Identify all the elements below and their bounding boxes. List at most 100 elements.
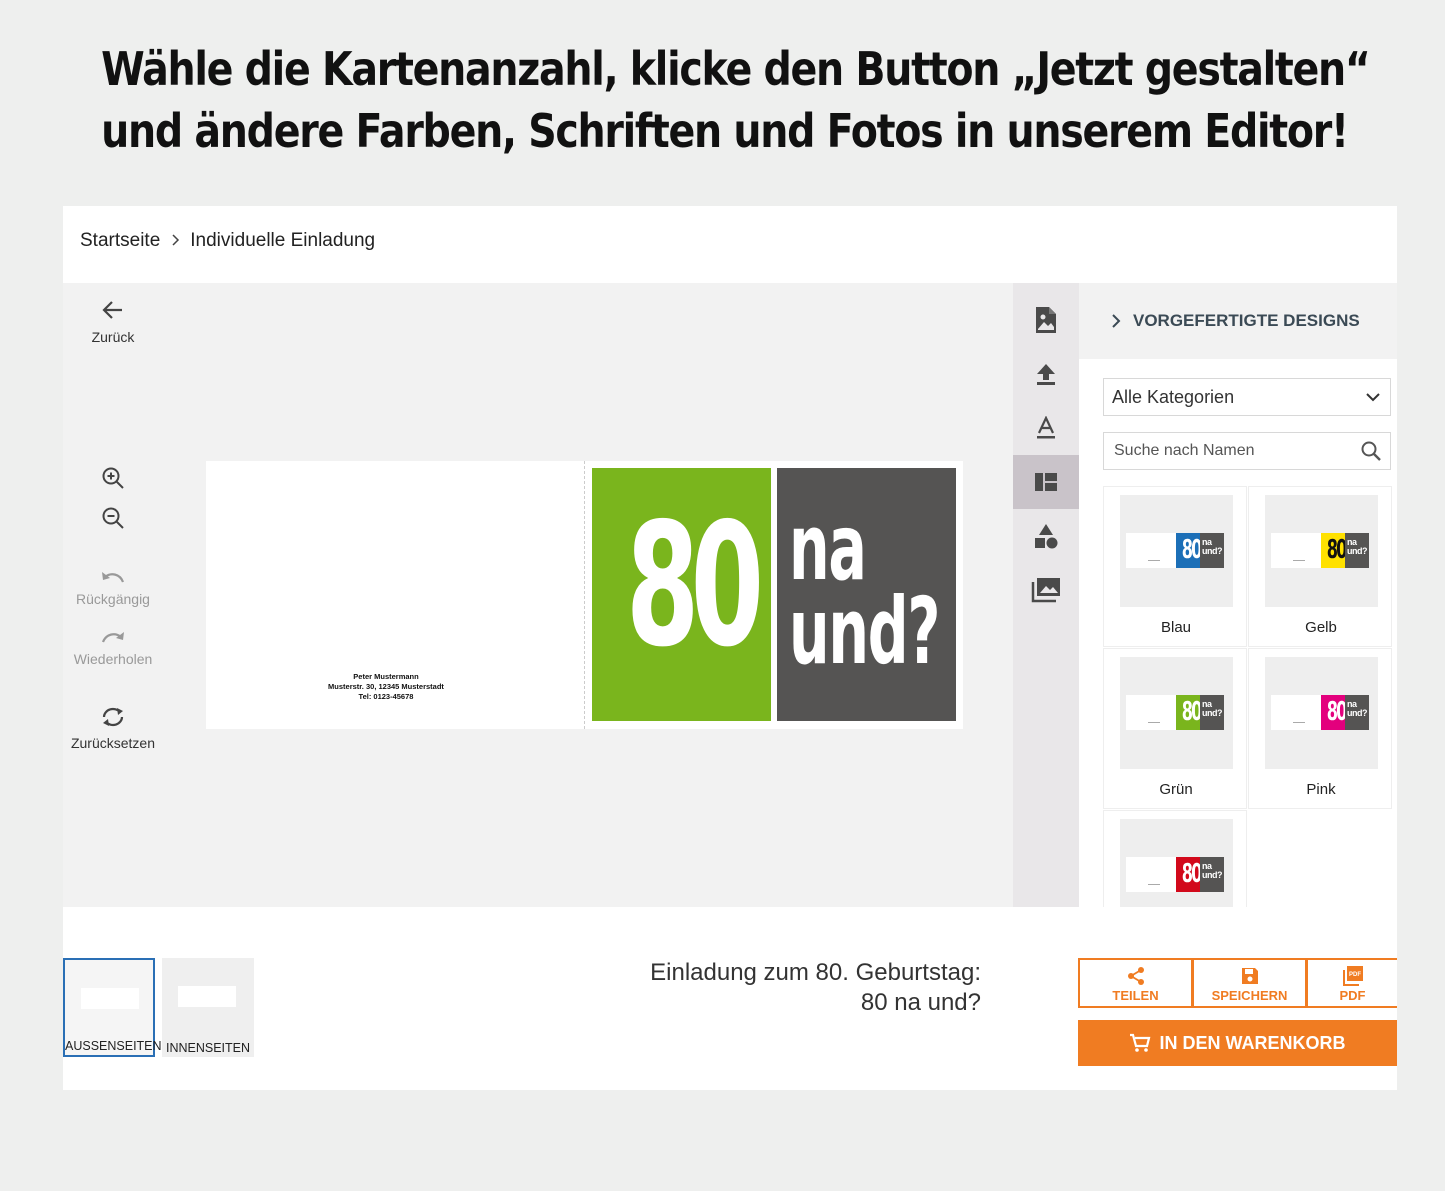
text-icon [1037, 416, 1055, 439]
refresh-icon [102, 707, 124, 727]
design-card[interactable]: 80 na und? [1103, 810, 1247, 907]
design-thumbnail: 80 na und? [1120, 819, 1233, 907]
address-name: Peter Mustermann [353, 672, 419, 681]
upload-button[interactable] [1013, 347, 1079, 401]
design-name: Blau [1160, 619, 1192, 636]
pdf-icon: PDF [1342, 966, 1363, 986]
shapes-button[interactable] [1013, 509, 1079, 563]
redo-label: Wiederholen [73, 651, 153, 667]
design-thumbnail: 80 na und? [1265, 657, 1378, 769]
search-input[interactable] [1112, 441, 1346, 461]
designs-panel-title: VORGEFERTIGTE DESIGNS [1133, 311, 1360, 330]
image-edit-button[interactable] [1013, 293, 1079, 347]
share-icon [1127, 967, 1144, 985]
thumbnail-number: 80 [1176, 695, 1200, 730]
thumbnail-number: 80 [1321, 695, 1345, 730]
text-tool-button[interactable] [1013, 401, 1079, 455]
redo-button[interactable]: Wiederholen [63, 627, 163, 667]
zoom-out-icon [102, 507, 124, 529]
design-thumbnail: 80 na und? [1265, 495, 1378, 607]
page-outside-button[interactable]: AUSSENSEITEN [63, 958, 162, 1057]
thumbnail-number: 80 [1176, 857, 1200, 892]
thumbnail-back [1126, 695, 1177, 730]
page-inside-label: INNENSEITEN [165, 1041, 251, 1055]
back-button[interactable]: Zurück [63, 297, 163, 345]
reset-button[interactable]: Zurücksetzen [63, 705, 163, 751]
share-label: TEILEN [1112, 988, 1159, 1003]
search-icon[interactable] [1360, 440, 1382, 462]
tool-icon-bar [1013, 283, 1079, 907]
design-search [1103, 432, 1391, 470]
thumbnail-number: 80 [1321, 533, 1345, 568]
shapes-icon [1035, 524, 1058, 549]
chevron-right-icon [170, 233, 180, 250]
page-outside-thumbnail [81, 988, 139, 1009]
arrow-left-icon [102, 301, 122, 319]
thumbnail-text: na und? [1200, 857, 1224, 892]
designs-panel: VORGEFERTIGTE DESIGNS Alle Kategorien 80… [1079, 283, 1397, 907]
reset-label: Zurücksetzen [70, 735, 156, 751]
design-thumbnail: 80 na und? [1120, 657, 1233, 769]
headline: Wähle die Kartenanzahl, klicke den Butto… [101, 38, 1371, 162]
share-button[interactable]: TEILEN [1078, 958, 1193, 1008]
text-block[interactable]: na und? [777, 468, 956, 721]
zoom-in-button[interactable] [63, 465, 163, 497]
zoom-in-icon [102, 467, 124, 489]
sender-address[interactable]: Peter Mustermann Musterstr. 30, 12345 Mu… [306, 672, 466, 702]
add-to-cart-button[interactable]: IN DEN WARENKORB [1078, 1020, 1397, 1066]
gallery-button[interactable] [1013, 563, 1079, 617]
zoom-out-button[interactable] [63, 505, 163, 537]
design-name: Gelb [1305, 619, 1337, 636]
thumbnail-back [1271, 695, 1322, 730]
design-name: Grün [1159, 781, 1193, 798]
headline-line-1: Wähle die Kartenanzahl, klicke den Butto… [101, 42, 1371, 96]
thumbnail-back [1126, 533, 1177, 568]
design-name: Pink [1306, 781, 1336, 798]
breadcrumb: Startseite Individuelle Einladung [80, 230, 375, 252]
layout-icon [1035, 473, 1057, 491]
product-title: Einladung zum 80. Geburtstag: 80 na und? [650, 959, 981, 1016]
upload-icon [1037, 364, 1055, 385]
category-value: Alle Kategorien [1112, 386, 1235, 407]
designs-panel-header[interactable]: VORGEFERTIGTE DESIGNS [1079, 283, 1397, 359]
pdf-label: PDF [1339, 988, 1366, 1003]
page-inside-button[interactable]: INNENSEITEN [162, 958, 254, 1057]
cart-label: IN DEN WARENKORB [1159, 1032, 1346, 1053]
pdf-button[interactable]: PDF PDF [1306, 958, 1397, 1008]
design-card[interactable]: 80 na und? Grün [1103, 648, 1247, 809]
design-card[interactable]: 80 na und? Blau [1103, 486, 1247, 647]
big-number: 80 [626, 487, 764, 685]
number-block[interactable]: 80 [592, 468, 771, 721]
category-select[interactable]: Alle Kategorien [1103, 378, 1391, 416]
thumbnail-text: na und? [1200, 695, 1224, 730]
cart-icon [1130, 1033, 1151, 1052]
svg-text:PDF: PDF [1349, 972, 1361, 978]
save-icon [1241, 968, 1258, 984]
thumbnail-number: 80 [1176, 533, 1200, 568]
redo-icon [101, 632, 124, 643]
layout-button[interactable] [1013, 455, 1079, 509]
design-card[interactable]: 80 na und? Gelb [1248, 486, 1392, 647]
undo-button[interactable]: Rückgängig [63, 567, 163, 607]
design-thumbnail: 80 na und? [1120, 495, 1233, 607]
back-label: Zurück [91, 329, 135, 345]
thumbnail-text: na und? [1345, 533, 1369, 568]
editor-app: Startseite Individuelle Einladung Zurück… [63, 206, 1397, 1090]
chevron-down-icon [1366, 393, 1380, 402]
gallery-icon [1031, 578, 1060, 603]
headline-line-2: und ändere Farben, Schriften und Fotos i… [101, 104, 1349, 158]
page-outside-label: AUSSENSEITEN [65, 1039, 162, 1053]
breadcrumb-home[interactable]: Startseite [80, 230, 160, 252]
undo-label: Rückgängig [76, 591, 150, 607]
card-canvas[interactable]: Peter Mustermann Musterstr. 30, 12345 Mu… [206, 461, 963, 729]
bottom-bar: AUSSENSEITEN INNENSEITEN Einladung zum 8… [63, 907, 1397, 1090]
design-card[interactable]: 80 na und? Pink [1248, 648, 1392, 809]
text-line-und: und? [789, 578, 940, 685]
thumbnail-text: na und? [1345, 695, 1369, 730]
editor-workspace: Zurück Rückgängig Wiederholen Zurücksetz… [63, 283, 1013, 907]
fold-line [584, 461, 585, 729]
thumbnail-text: na und? [1200, 533, 1224, 568]
image-edit-icon [1036, 307, 1056, 333]
save-button[interactable]: SPEICHERN [1192, 958, 1307, 1008]
chevron-right-icon [1112, 314, 1121, 328]
